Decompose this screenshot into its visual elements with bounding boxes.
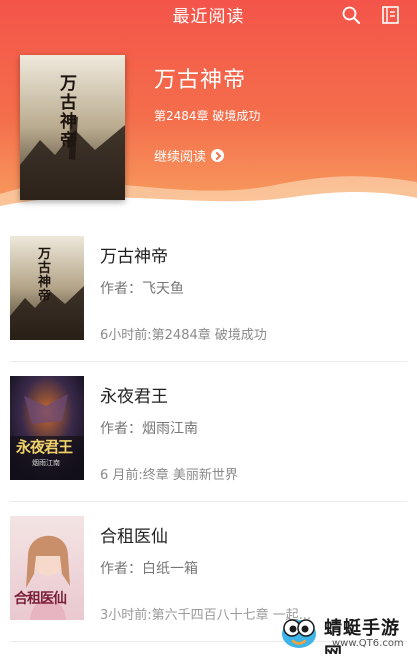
bookshelf-icon[interactable] — [380, 4, 402, 26]
book-author: 作者：白纸一箱 — [100, 561, 198, 577]
book-cover-author: 烟雨江南 — [32, 459, 60, 467]
book-title: 合租医仙 — [100, 527, 168, 547]
book-cover: 合租医仙 — [10, 516, 84, 620]
recent-book-list: 万古神帝 万古神帝 作者：飞天鱼 6小时前:第2484章 破境成功 永夜君王 烟… — [0, 222, 417, 642]
book-title: 永夜君王 — [100, 387, 168, 407]
book-author: 作者：烟雨江南 — [100, 421, 198, 437]
book-author: 作者：飞天鱼 — [100, 281, 184, 297]
recent-reading-header: 最近阅读 万古神帝 万古神帝 第2484章 破境成功 继续阅读 — [0, 0, 417, 214]
book-cover-title: 合租医仙 — [14, 591, 67, 607]
watermark-url: www.QT6.com — [332, 638, 404, 649]
list-item[interactable]: 永夜君王 烟雨江南 永夜君王 作者：烟雨江南 6 月前:终章 美丽新世界 — [10, 362, 407, 502]
site-watermark: 蜻蜓手游网 www.QT6.com — [272, 608, 417, 654]
book-cover-title: 永夜君王 — [16, 438, 73, 456]
list-item[interactable]: 万古神帝 万古神帝 作者：飞天鱼 6小时前:第2484章 破境成功 — [10, 222, 407, 362]
dragonfly-logo-icon — [282, 619, 316, 648]
featured-cover-title: 万古神帝 — [60, 74, 77, 151]
featured-book-chapter: 第2484章 破境成功 — [154, 109, 261, 123]
featured-book-cover[interactable]: 万古神帝 — [20, 55, 125, 200]
book-cover: 万古神帝 — [10, 236, 84, 340]
chevron-right-icon — [211, 149, 225, 162]
book-latest-update: 6小时前:第2484章 破境成功 — [100, 328, 267, 343]
top-bar: 最近阅读 — [0, 0, 417, 30]
book-title: 万古神帝 — [100, 247, 168, 267]
book-latest-update: 6 月前:终章 美丽新世界 — [100, 468, 238, 483]
book-cover: 永夜君王 烟雨江南 — [10, 376, 84, 480]
featured-book-title: 万古神帝 — [154, 68, 247, 93]
book-cover-title: 万古神帝 — [38, 247, 52, 304]
continue-reading-button[interactable]: 继续阅读 — [154, 146, 225, 165]
search-icon[interactable] — [341, 5, 361, 25]
continue-reading-label: 继续阅读 — [154, 150, 207, 165]
